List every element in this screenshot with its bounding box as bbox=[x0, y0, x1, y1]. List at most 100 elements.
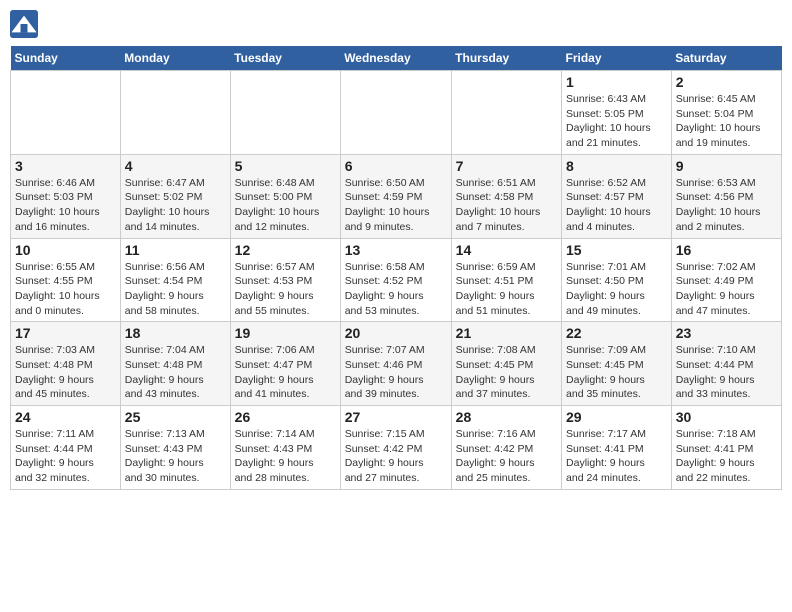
calendar-cell: 14 Sunrise: 6:59 AM Sunset: 4:51 PM Dayli… bbox=[451, 238, 561, 322]
day-info: Sunrise: 7:06 AM Sunset: 4:47 PM Dayligh… bbox=[235, 343, 336, 402]
calendar-cell: 26 Sunrise: 7:14 AM Sunset: 4:43 PM Dayli… bbox=[230, 406, 340, 490]
day-number: 11 bbox=[125, 242, 226, 258]
day-number: 17 bbox=[15, 325, 116, 341]
calendar-cell: 20 Sunrise: 7:07 AM Sunset: 4:46 PM Dayli… bbox=[340, 322, 451, 406]
calendar-week-row: 17 Sunrise: 7:03 AM Sunset: 4:48 PM Dayli… bbox=[11, 322, 782, 406]
calendar-cell: 18 Sunrise: 7:04 AM Sunset: 4:48 PM Dayli… bbox=[120, 322, 230, 406]
day-info: Sunrise: 7:02 AM Sunset: 4:49 PM Dayligh… bbox=[676, 260, 777, 319]
calendar-week-row: 10 Sunrise: 6:55 AM Sunset: 4:55 PM Dayli… bbox=[11, 238, 782, 322]
calendar-week-row: 24 Sunrise: 7:11 AM Sunset: 4:44 PM Dayli… bbox=[11, 406, 782, 490]
calendar-week-row: 3Sunrise: 6:46 AM Sunset: 5:03 PM Daylig… bbox=[11, 154, 782, 238]
calendar-cell: 19 Sunrise: 7:06 AM Sunset: 4:47 PM Dayli… bbox=[230, 322, 340, 406]
day-info: Sunrise: 7:14 AM Sunset: 4:43 PM Dayligh… bbox=[235, 427, 336, 486]
day-info: Sunrise: 6:47 AM Sunset: 5:02 PM Dayligh… bbox=[125, 176, 226, 235]
day-number: 20 bbox=[345, 325, 447, 341]
day-number: 30 bbox=[676, 409, 777, 425]
calendar-cell: 17 Sunrise: 7:03 AM Sunset: 4:48 PM Dayli… bbox=[11, 322, 121, 406]
day-number: 22 bbox=[566, 325, 667, 341]
day-number: 28 bbox=[456, 409, 557, 425]
day-info: Sunrise: 7:13 AM Sunset: 4:43 PM Dayligh… bbox=[125, 427, 226, 486]
day-number: 23 bbox=[676, 325, 777, 341]
day-number: 27 bbox=[345, 409, 447, 425]
day-number: 25 bbox=[125, 409, 226, 425]
page-header bbox=[10, 10, 782, 38]
day-of-week-header: Friday bbox=[562, 46, 672, 71]
calendar-cell: 2 Sunrise: 6:45 AM Sunset: 5:04 PM Daylig… bbox=[671, 71, 781, 155]
day-number: 6 bbox=[345, 158, 447, 174]
day-info: Sunrise: 7:10 AM Sunset: 4:44 PM Dayligh… bbox=[676, 343, 777, 402]
calendar-cell: 12 Sunrise: 6:57 AM Sunset: 4:53 PM Dayli… bbox=[230, 238, 340, 322]
calendar-cell bbox=[451, 71, 561, 155]
day-of-week-header: Monday bbox=[120, 46, 230, 71]
calendar-cell: 27 Sunrise: 7:15 AM Sunset: 4:42 PM Dayli… bbox=[340, 406, 451, 490]
calendar-cell bbox=[230, 71, 340, 155]
day-info: Sunrise: 7:07 AM Sunset: 4:46 PM Dayligh… bbox=[345, 343, 447, 402]
day-info: Sunrise: 6:48 AM Sunset: 5:00 PM Dayligh… bbox=[235, 176, 336, 235]
day-number: 26 bbox=[235, 409, 336, 425]
day-info: Sunrise: 6:50 AM Sunset: 4:59 PM Dayligh… bbox=[345, 176, 447, 235]
calendar-cell: 9 Sunrise: 6:53 AM Sunset: 4:56 PM Daylig… bbox=[671, 154, 781, 238]
calendar-cell: 15 Sunrise: 7:01 AM Sunset: 4:50 PM Dayli… bbox=[562, 238, 672, 322]
day-info: Sunrise: 6:43 AM Sunset: 5:05 PM Dayligh… bbox=[566, 92, 667, 151]
day-of-week-header: Saturday bbox=[671, 46, 781, 71]
day-number: 2 bbox=[676, 74, 777, 90]
day-number: 14 bbox=[456, 242, 557, 258]
calendar-cell: 11 Sunrise: 6:56 AM Sunset: 4:54 PM Dayli… bbox=[120, 238, 230, 322]
day-info: Sunrise: 6:56 AM Sunset: 4:54 PM Dayligh… bbox=[125, 260, 226, 319]
day-info: Sunrise: 7:15 AM Sunset: 4:42 PM Dayligh… bbox=[345, 427, 447, 486]
day-info: Sunrise: 7:03 AM Sunset: 4:48 PM Dayligh… bbox=[15, 343, 116, 402]
day-info: Sunrise: 6:59 AM Sunset: 4:51 PM Dayligh… bbox=[456, 260, 557, 319]
calendar-cell bbox=[120, 71, 230, 155]
day-of-week-header: Wednesday bbox=[340, 46, 451, 71]
calendar-cell: 25 Sunrise: 7:13 AM Sunset: 4:43 PM Dayli… bbox=[120, 406, 230, 490]
day-number: 12 bbox=[235, 242, 336, 258]
day-number: 1 bbox=[566, 74, 667, 90]
calendar-cell: 28 Sunrise: 7:16 AM Sunset: 4:42 PM Dayli… bbox=[451, 406, 561, 490]
day-info: Sunrise: 7:17 AM Sunset: 4:41 PM Dayligh… bbox=[566, 427, 667, 486]
day-info: Sunrise: 6:55 AM Sunset: 4:55 PM Dayligh… bbox=[15, 260, 116, 319]
calendar-header-row: SundayMondayTuesdayWednesdayThursdayFrid… bbox=[11, 46, 782, 71]
logo-icon bbox=[10, 10, 38, 38]
calendar-cell: 5Sunrise: 6:48 AM Sunset: 5:00 PM Daylig… bbox=[230, 154, 340, 238]
day-number: 9 bbox=[676, 158, 777, 174]
day-info: Sunrise: 7:01 AM Sunset: 4:50 PM Dayligh… bbox=[566, 260, 667, 319]
calendar-cell: 22 Sunrise: 7:09 AM Sunset: 4:45 PM Dayli… bbox=[562, 322, 672, 406]
day-info: Sunrise: 6:51 AM Sunset: 4:58 PM Dayligh… bbox=[456, 176, 557, 235]
calendar-cell bbox=[340, 71, 451, 155]
day-number: 21 bbox=[456, 325, 557, 341]
day-info: Sunrise: 6:57 AM Sunset: 4:53 PM Dayligh… bbox=[235, 260, 336, 319]
calendar-table: SundayMondayTuesdayWednesdayThursdayFrid… bbox=[10, 46, 782, 490]
day-info: Sunrise: 7:11 AM Sunset: 4:44 PM Dayligh… bbox=[15, 427, 116, 486]
day-info: Sunrise: 6:46 AM Sunset: 5:03 PM Dayligh… bbox=[15, 176, 116, 235]
calendar-cell: 13 Sunrise: 6:58 AM Sunset: 4:52 PM Dayli… bbox=[340, 238, 451, 322]
calendar-cell: 3Sunrise: 6:46 AM Sunset: 5:03 PM Daylig… bbox=[11, 154, 121, 238]
calendar-cell: 29Sunrise: 7:17 AM Sunset: 4:41 PM Dayli… bbox=[562, 406, 672, 490]
day-number: 4 bbox=[125, 158, 226, 174]
day-number: 7 bbox=[456, 158, 557, 174]
calendar-cell: 8Sunrise: 6:52 AM Sunset: 4:57 PM Daylig… bbox=[562, 154, 672, 238]
calendar-cell: 1 Sunrise: 6:43 AM Sunset: 5:05 PM Daylig… bbox=[562, 71, 672, 155]
logo bbox=[10, 10, 40, 38]
day-number: 24 bbox=[15, 409, 116, 425]
day-number: 10 bbox=[15, 242, 116, 258]
calendar-cell: 21 Sunrise: 7:08 AM Sunset: 4:45 PM Dayli… bbox=[451, 322, 561, 406]
day-info: Sunrise: 7:04 AM Sunset: 4:48 PM Dayligh… bbox=[125, 343, 226, 402]
day-number: 15 bbox=[566, 242, 667, 258]
day-info: Sunrise: 7:08 AM Sunset: 4:45 PM Dayligh… bbox=[456, 343, 557, 402]
calendar-cell: 24 Sunrise: 7:11 AM Sunset: 4:44 PM Dayli… bbox=[11, 406, 121, 490]
calendar-cell: 23 Sunrise: 7:10 AM Sunset: 4:44 PM Dayli… bbox=[671, 322, 781, 406]
day-info: Sunrise: 6:58 AM Sunset: 4:52 PM Dayligh… bbox=[345, 260, 447, 319]
day-number: 18 bbox=[125, 325, 226, 341]
day-number: 13 bbox=[345, 242, 447, 258]
calendar-cell: 4 Sunrise: 6:47 AM Sunset: 5:02 PM Daylig… bbox=[120, 154, 230, 238]
day-of-week-header: Tuesday bbox=[230, 46, 340, 71]
calendar-cell bbox=[11, 71, 121, 155]
calendar-cell: 10 Sunrise: 6:55 AM Sunset: 4:55 PM Dayli… bbox=[11, 238, 121, 322]
day-of-week-header: Thursday bbox=[451, 46, 561, 71]
day-info: Sunrise: 6:53 AM Sunset: 4:56 PM Dayligh… bbox=[676, 176, 777, 235]
day-info: Sunrise: 7:09 AM Sunset: 4:45 PM Dayligh… bbox=[566, 343, 667, 402]
day-info: Sunrise: 7:16 AM Sunset: 4:42 PM Dayligh… bbox=[456, 427, 557, 486]
day-info: Sunrise: 6:45 AM Sunset: 5:04 PM Dayligh… bbox=[676, 92, 777, 151]
day-number: 19 bbox=[235, 325, 336, 341]
day-number: 16 bbox=[676, 242, 777, 258]
